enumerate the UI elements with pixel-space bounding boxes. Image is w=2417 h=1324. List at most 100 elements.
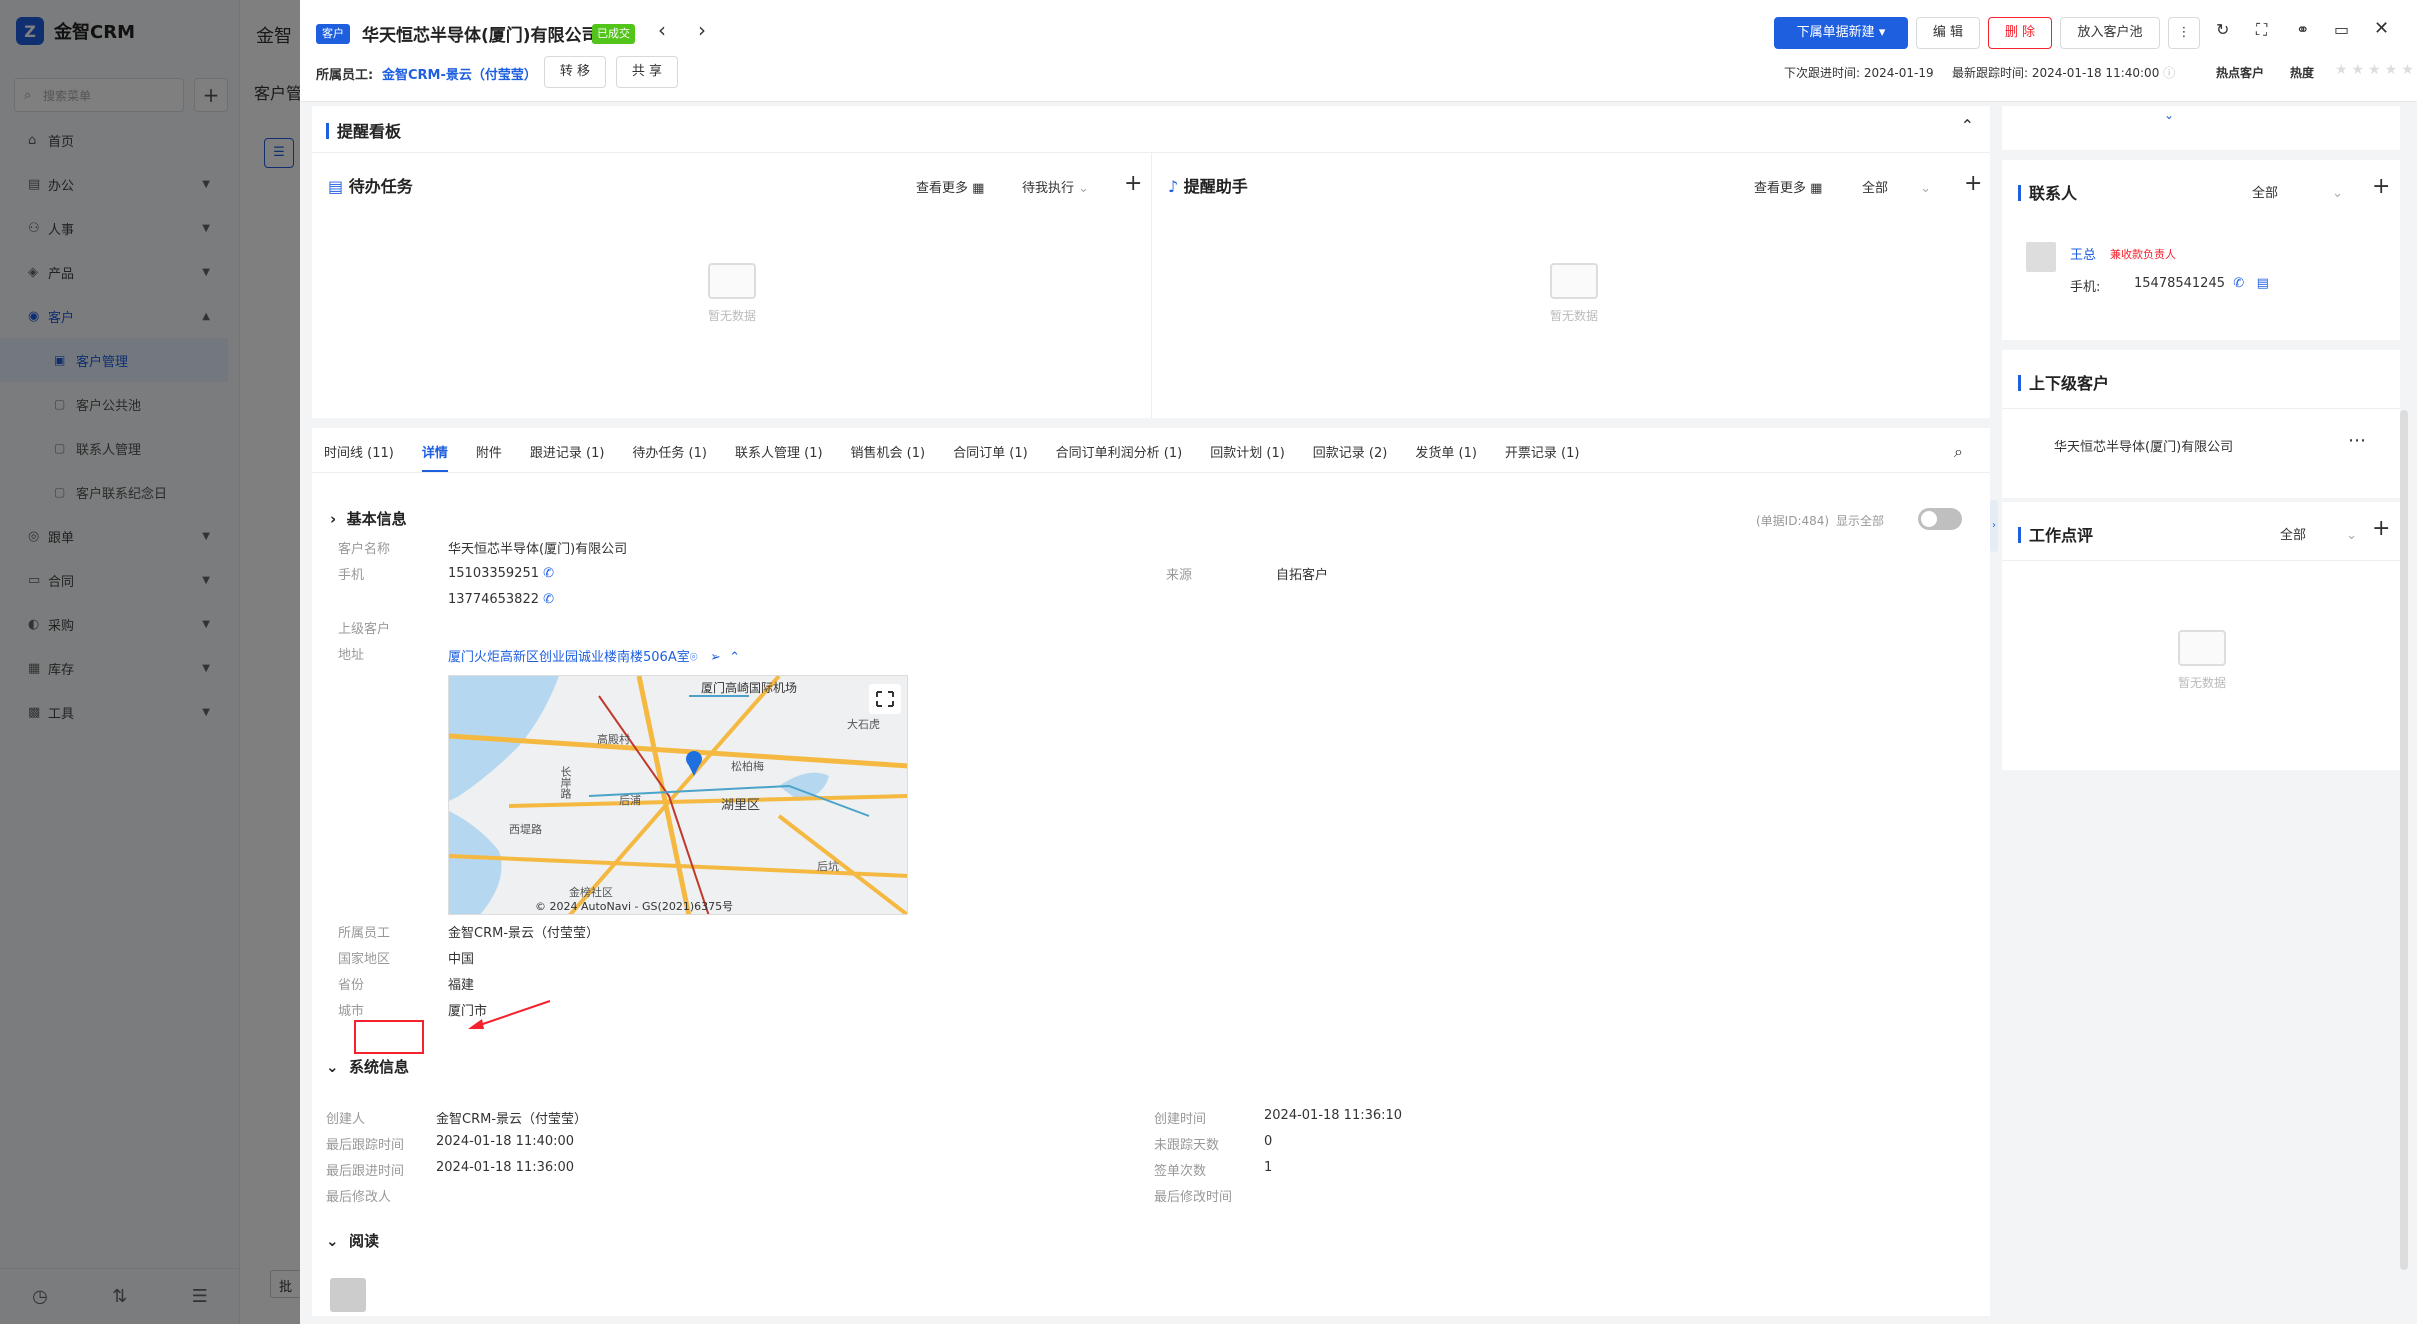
province-value: 福建 (448, 978, 475, 993)
divider (2002, 560, 2400, 561)
transfer-button[interactable]: 转 移 (544, 56, 606, 88)
send-icon[interactable]: ➢ (710, 650, 721, 665)
map-label: 后浦 (619, 794, 641, 807)
helper-card: ♪ 提醒助手 查看更多 ▦ 全部 ⌄ + 暂无数据 (1152, 152, 1990, 418)
reminder-board: 提醒看板 ⌃ ▤ 待办任务 查看更多 ▦ 待我执行 ⌄ + 暂无数据 ♪ 提醒助… (312, 106, 1990, 418)
tab-opportunities[interactable]: 销售机会 (1) (837, 432, 940, 472)
close-icon[interactable]: ✕ (2374, 18, 2389, 39)
tab-todo[interactable]: 待办任务 (1) (618, 432, 721, 472)
delete-button[interactable]: 删 除 (1988, 17, 2052, 49)
more-icon[interactable]: ⋯ (2348, 430, 2366, 451)
message-icon[interactable]: ▤ (2257, 276, 2269, 291)
review-filter[interactable]: 全部 ⌄ (2280, 524, 2357, 543)
contact-phone: 15478541245 ✆ ▤ (2134, 276, 2269, 291)
edit-button[interactable]: 编 辑 (1916, 17, 1980, 49)
helper-more-link[interactable]: 查看更多 ▦ (1754, 177, 1822, 196)
help-icon: ⓘ (2163, 66, 2176, 80)
add-contact-icon[interactable]: + (2372, 174, 2390, 199)
tab-detail[interactable]: 详情 (408, 432, 462, 472)
owner-link[interactable]: 金智CRM-景云（付莹莹） (382, 64, 537, 83)
new-sub-doc-button[interactable]: 下属单据新建 ▾ (1774, 17, 1908, 49)
hierarchy-company[interactable]: 华天恒芯半导体(厦门)有限公司 (2054, 436, 2233, 455)
phone-call-icon[interactable]: ✆ (543, 592, 554, 607)
move-to-pool-button[interactable]: 放入客户池 (2060, 17, 2160, 49)
basic-info-header[interactable]: › 基本信息 (330, 508, 407, 529)
prev-arrow-icon[interactable]: ‹ (658, 18, 666, 42)
more-icon[interactable]: ⋮ (2168, 17, 2200, 49)
phone-2: 13774653822 ✆ (448, 592, 555, 607)
source-value: 自拓客户 (1276, 568, 1329, 583)
contacts-card: 联系人 全部 ⌄ + 王总 兼收款负责人 手机: 15478541245 ✆ ▤ (2002, 160, 2400, 340)
chevron-down-icon: ⌄ (1078, 181, 1090, 196)
tab-payment-plan[interactable]: 回款计划 (1) (1196, 432, 1299, 472)
last-track-value: 2024-01-18 11:40:00 (436, 1134, 575, 1149)
province-label: 省份 (338, 978, 365, 993)
panel-collapse-handle[interactable]: › (1990, 500, 1998, 552)
address-link[interactable]: 厦门火炬高新区创业园诚业楼南楼506A室⌾ ➢ ⌃ (448, 646, 740, 665)
review-title: 工作点评 (2018, 522, 2093, 546)
drawer-header: 客户 华天恒芯半导体(厦门)有限公司 已成交 ‹ › 所属员工: 金智CRM-景… (300, 0, 2417, 102)
map-label: 高殿村 (597, 733, 630, 746)
search-icon[interactable]: ⌕ (1954, 442, 1963, 462)
board-title: 提醒看板 (326, 118, 401, 142)
tab-attachments[interactable]: 附件 (462, 432, 516, 472)
map-label: 松柏梅 (731, 760, 764, 773)
creator-value: 金智CRM-景云（付莹莹） (436, 1112, 588, 1127)
read-header[interactable]: ⌄ 阅读 (326, 1230, 379, 1251)
contacts-title: 联系人 (2018, 180, 2077, 204)
bell-icon: ♪ (1168, 177, 1179, 196)
tab-contacts[interactable]: 联系人管理 (1) (721, 432, 837, 472)
scrollbar[interactable] (2400, 410, 2408, 1270)
location-pin-icon: ⌾ (689, 650, 698, 665)
show-all-toggle[interactable] (1918, 508, 1962, 530)
untrack-days-value: 0 (1264, 1134, 1273, 1149)
next-arrow-icon[interactable]: › (698, 18, 706, 42)
address-map[interactable]: 厦门高崎国际机场 高殿村 长岸路 松柏梅 后浦 湖里区 西堤路 后坑 金榜社区 … (448, 675, 908, 915)
refresh-icon[interactable]: ↻ (2216, 20, 2229, 39)
tab-follow-records[interactable]: 跟进记录 (1) (516, 432, 619, 472)
contacts-filter[interactable]: 全部 ⌄ (2252, 182, 2343, 201)
todo-filter-select[interactable]: 待我执行 ⌄ (1022, 177, 1089, 196)
annotation-highlight-box (354, 1020, 424, 1054)
country-value: 中国 (448, 952, 475, 967)
tab-payment-records[interactable]: 回款记录 (2) (1299, 432, 1402, 472)
share-button[interactable]: 共 享 (616, 56, 678, 88)
map-label: 厦门高崎国际机场 (701, 681, 798, 695)
customer-name-value: 华天恒芯半导体(厦门)有限公司 (448, 542, 628, 557)
tab-invoice[interactable]: 开票记录 (1) (1491, 432, 1594, 472)
phone-label: 手机 (338, 568, 365, 583)
heat-rating[interactable]: ★★★★★ (2335, 62, 2417, 78)
collapse-icon[interactable]: ⌃ (1961, 116, 1974, 135)
map-label: 后坑 (817, 860, 839, 873)
city-label: 城市 (338, 1004, 365, 1019)
tab-delivery[interactable]: 发货单 (1) (1401, 432, 1491, 472)
system-info-header[interactable]: ⌄ 系统信息 (326, 1056, 409, 1077)
phone-call-icon[interactable]: ✆ (2233, 276, 2244, 291)
add-reminder-icon[interactable]: + (1964, 171, 1982, 196)
creator-label: 创建人 (326, 1112, 366, 1127)
tab-profit[interactable]: 合同订单利润分析 (1) (1042, 432, 1197, 472)
link-icon[interactable]: ⚭ (2296, 20, 2309, 39)
map-label: 湖里区 (721, 798, 761, 813)
doc-id: (单据ID:484) (1756, 514, 1830, 528)
empty-box-icon (2178, 630, 2226, 666)
tab-orders[interactable]: 合同订单 (1) (939, 432, 1042, 472)
review-empty: 暂无数据 (2152, 630, 2252, 691)
todo-more-link[interactable]: 查看更多 ▦ (916, 177, 984, 196)
tab-timeline[interactable]: 时间线 (11) (310, 432, 408, 472)
chevron-down-icon: ⌄ (326, 1058, 339, 1076)
chevron-down-icon: ⌄ (326, 1232, 339, 1250)
helper-filter-select[interactable]: 全部 ⌄ (1862, 177, 1931, 196)
contact-name[interactable]: 王总 (2070, 244, 2096, 263)
phone-call-icon[interactable]: ✆ (543, 566, 554, 581)
add-todo-icon[interactable]: + (1124, 171, 1142, 196)
chevron-up-icon[interactable]: ⌃ (729, 650, 740, 665)
view-more-link[interactable]: ⌄ (2164, 108, 2174, 122)
last-track-label: 最后跟踪时间 (326, 1138, 405, 1153)
chevron-down-icon: ⌄ (2346, 528, 2358, 543)
last-follow-value: 2024-01-18 11:36:00 (436, 1160, 575, 1175)
window-icon[interactable]: ▭ (2334, 20, 2349, 39)
grid-icon: ▦ (1810, 181, 1823, 196)
fullscreen-icon[interactable]: ⛶ (2256, 20, 2267, 40)
add-review-icon[interactable]: + (2372, 516, 2390, 541)
